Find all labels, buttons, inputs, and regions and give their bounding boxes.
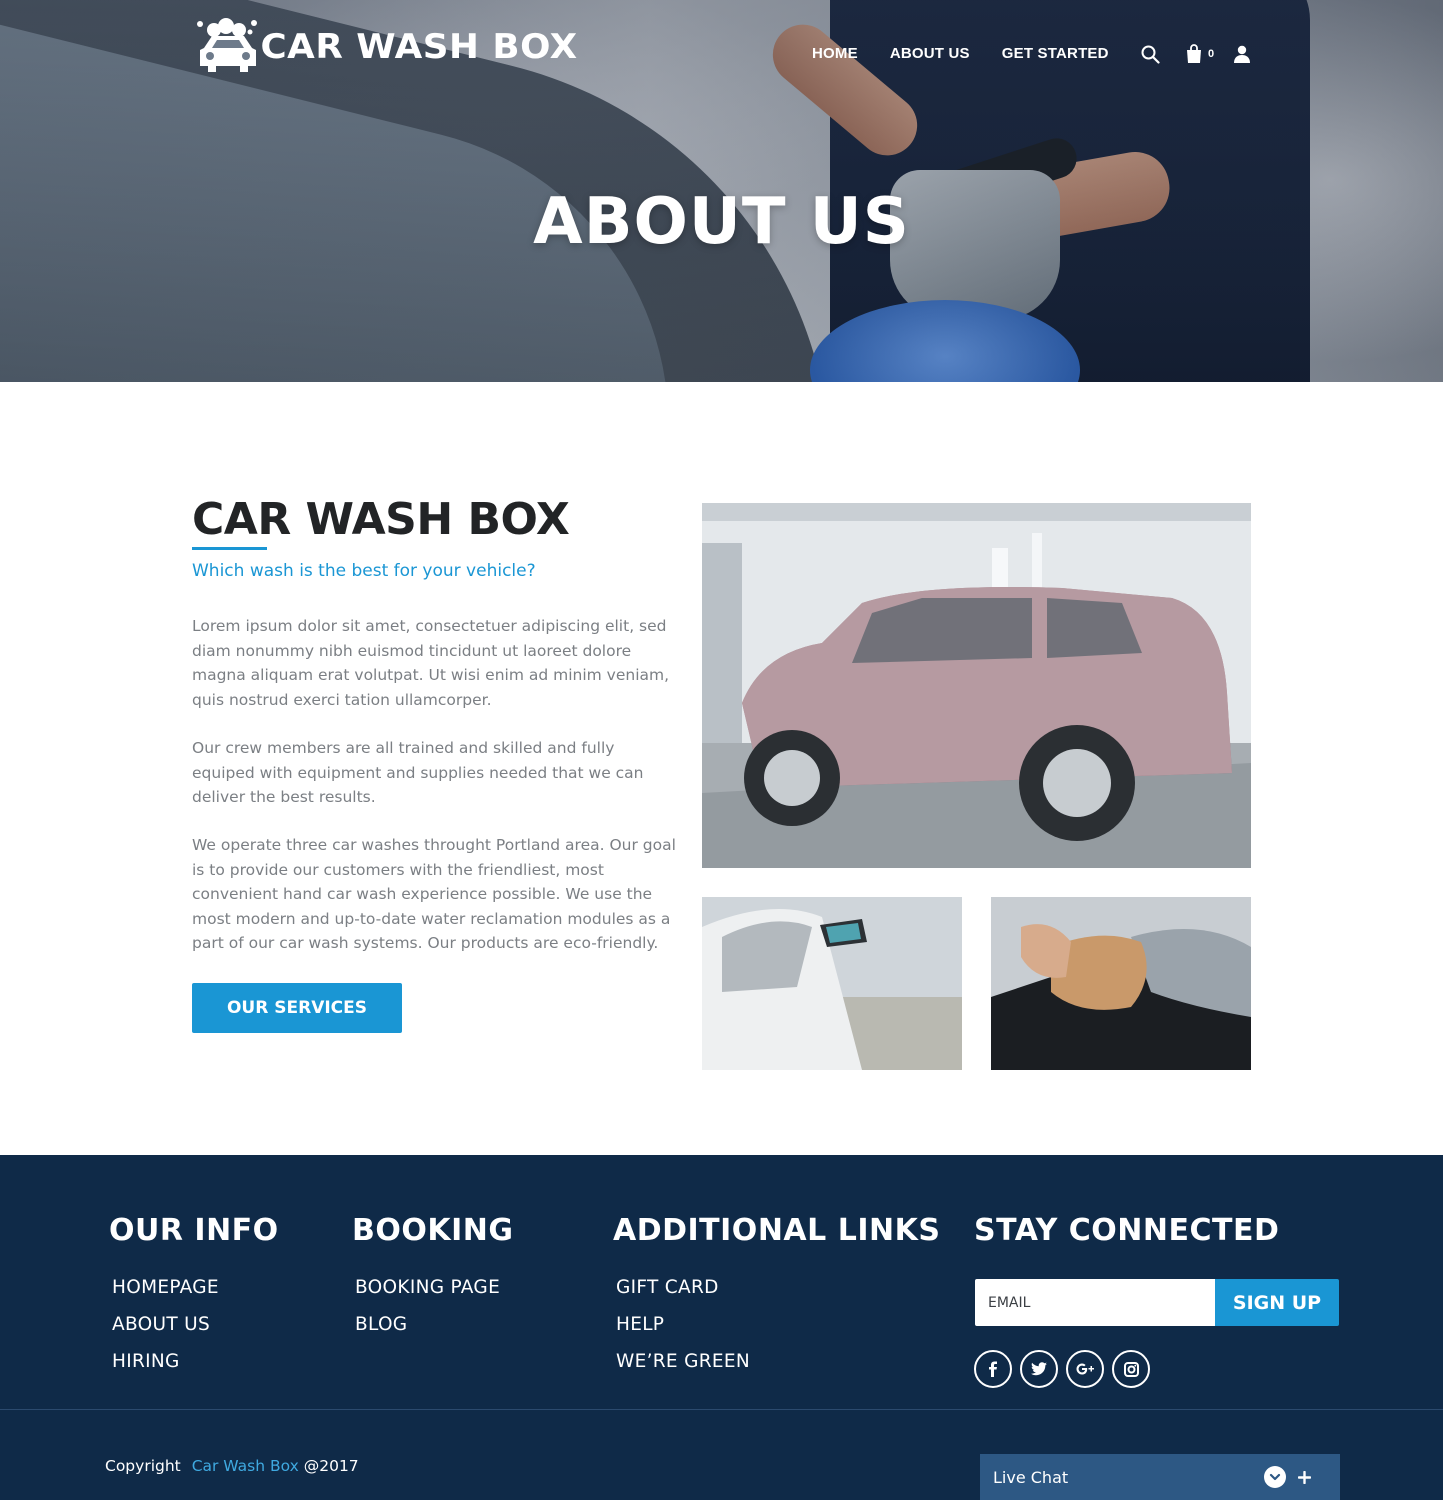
footer-link-hiring[interactable]: HIRING bbox=[112, 1351, 180, 1372]
google-plus-icon[interactable] bbox=[1066, 1350, 1104, 1388]
nav-get-started[interactable]: GET STARTED bbox=[1002, 45, 1109, 62]
footer-title-our-info: OUR INFO bbox=[109, 1213, 279, 1248]
about-paragraph: We operate three car washes throught Por… bbox=[192, 836, 676, 952]
plus-icon[interactable] bbox=[1293, 1466, 1315, 1488]
footer-title-stay-connected: STAY CONNECTED bbox=[974, 1213, 1280, 1248]
footer-link-homepage[interactable]: HOMEPAGE bbox=[112, 1277, 219, 1298]
newsletter-email-input[interactable] bbox=[975, 1279, 1215, 1326]
about-paragraph: Lorem ipsum dolor sit amet, consectetuer… bbox=[192, 617, 670, 709]
site-footer bbox=[0, 1155, 1443, 1500]
user-icon[interactable] bbox=[1232, 44, 1252, 64]
footer-divider bbox=[0, 1409, 1443, 1410]
cart-count: 0 bbox=[1208, 48, 1215, 60]
car-logo-icon bbox=[197, 18, 257, 72]
sign-up-button[interactable]: SIGN UP bbox=[1215, 1279, 1339, 1326]
instagram-icon[interactable] bbox=[1112, 1350, 1150, 1388]
about-heading: CAR WASH BOX bbox=[192, 494, 570, 545]
car-side-mirror-photo bbox=[702, 897, 962, 1070]
nav-about-us[interactable]: ABOUT US bbox=[890, 45, 970, 62]
headlight-cleaning-photo bbox=[991, 897, 1251, 1070]
copyright-brand-link[interactable]: Car Wash Box bbox=[192, 1457, 299, 1475]
footer-link-blog[interactable]: BLOG bbox=[355, 1314, 407, 1335]
live-chat-label: Live Chat bbox=[993, 1467, 1069, 1487]
footer-title-booking: BOOKING bbox=[352, 1213, 514, 1248]
chevron-down-icon[interactable] bbox=[1264, 1466, 1286, 1488]
footer-link-gift-card[interactable]: GIFT CARD bbox=[616, 1277, 719, 1298]
logo-text: CAR WASH BOX bbox=[260, 27, 578, 67]
soapy-suv-image bbox=[702, 503, 1251, 868]
twitter-icon[interactable] bbox=[1020, 1350, 1058, 1388]
search-icon[interactable] bbox=[1140, 44, 1160, 64]
hero-banner: CAR WASH BOX HOME ABOUT US GET STARTED 0… bbox=[0, 0, 1443, 382]
heading-underline bbox=[192, 547, 267, 550]
social-links bbox=[974, 1350, 1150, 1388]
facebook-icon[interactable] bbox=[974, 1350, 1012, 1388]
cart-icon[interactable] bbox=[1184, 44, 1204, 64]
footer-link-about-us[interactable]: ABOUT US bbox=[112, 1314, 210, 1335]
about-paragraph: Our crew members are all trained and ski… bbox=[192, 739, 644, 806]
copyright-prefix: Copyright bbox=[105, 1457, 181, 1475]
footer-link-were-green[interactable]: WE’RE GREEN bbox=[616, 1351, 750, 1372]
site-logo[interactable]: CAR WASH BOX bbox=[192, 18, 577, 76]
side-mirror-image bbox=[702, 897, 962, 1070]
car-wash-photo bbox=[702, 503, 1251, 868]
main-nav: HOME ABOUT US GET STARTED bbox=[812, 45, 1109, 62]
footer-link-booking-page[interactable]: BOOKING PAGE bbox=[355, 1277, 500, 1298]
our-services-button[interactable]: OUR SERVICES bbox=[192, 983, 402, 1033]
page-title: ABOUT US bbox=[533, 185, 910, 259]
copyright: Copyright Car Wash Box @2017 bbox=[105, 1457, 359, 1475]
headlight-cleaning-image bbox=[991, 897, 1251, 1070]
copyright-year: @2017 bbox=[303, 1457, 359, 1475]
about-subheading: Which wash is the best for your vehicle? bbox=[192, 561, 536, 581]
footer-title-additional-links: ADDITIONAL LINKS bbox=[613, 1213, 941, 1248]
nav-home[interactable]: HOME bbox=[812, 45, 858, 62]
live-chat-widget[interactable]: Live Chat bbox=[980, 1454, 1340, 1500]
footer-link-help[interactable]: HELP bbox=[616, 1314, 664, 1335]
nav-icons: 0 bbox=[1140, 44, 1252, 64]
